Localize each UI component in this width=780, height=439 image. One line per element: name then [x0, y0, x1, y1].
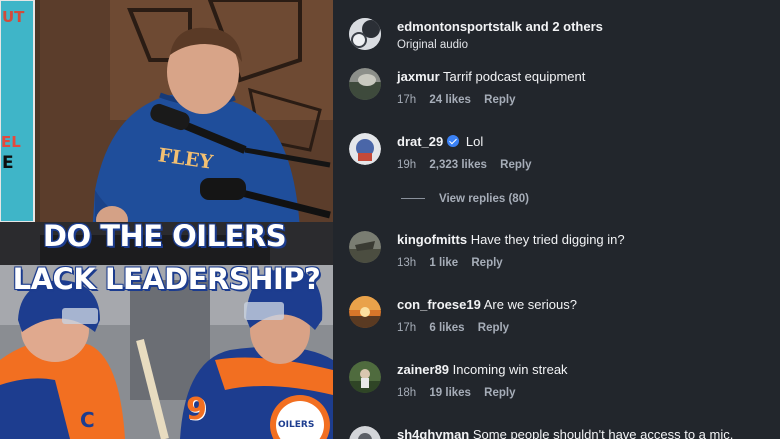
audio-label[interactable]: Original audio — [397, 39, 468, 51]
comments-panel[interactable]: edmontonsportstalk and 2 others Original… — [333, 0, 780, 439]
jersey-captain-c: C — [80, 408, 95, 432]
comment-text: Have they tried digging in? — [470, 232, 625, 247]
jersey-number: 9 — [186, 392, 207, 427]
comment-text: Some people shouldn't have access to a m… — [472, 427, 734, 439]
comment-likes[interactable]: 2,323 likes — [429, 159, 487, 171]
avatar-image-icon — [349, 68, 381, 100]
comment-text: Are we serious? — [483, 297, 577, 312]
comment-time[interactable]: 18h — [397, 387, 416, 399]
verified-badge-icon — [447, 135, 460, 147]
comment-avatar[interactable] — [349, 296, 381, 328]
comment-username[interactable]: jaxmur — [397, 69, 440, 84]
comment-avatar[interactable] — [349, 426, 381, 439]
avatar-image-icon — [349, 361, 381, 393]
comment-username[interactable]: kingofmitts — [397, 232, 467, 247]
video-frame[interactable]: UT EL E FLEY DO THE OILERS LACK LEADERSH… — [0, 0, 333, 439]
post-authors: edmontonsportstalk and 2 others — [397, 19, 603, 34]
comment-time[interactable]: 17h — [397, 322, 416, 334]
avatar-image-icon — [349, 231, 381, 263]
reply-button[interactable]: Reply — [471, 257, 502, 269]
author-username[interactable]: edmontonsportstalk — [397, 19, 522, 34]
comment-time[interactable]: 17h — [397, 94, 416, 106]
comment-username[interactable]: zainer89 — [397, 362, 449, 377]
comment-likes[interactable]: 24 likes — [429, 94, 471, 106]
reply-button[interactable]: Reply — [500, 159, 531, 171]
comment-likes[interactable]: 6 likes — [429, 322, 464, 334]
comment-time[interactable]: 13h — [397, 257, 416, 269]
comment-likes[interactable]: 1 like — [429, 257, 458, 269]
comment-avatar[interactable] — [349, 68, 381, 100]
comment-avatar[interactable] — [349, 231, 381, 263]
comment-avatar[interactable] — [349, 361, 381, 393]
sign-text-mid: EL — [1, 133, 21, 151]
author-avatar-icon — [349, 18, 381, 50]
author-others[interactable]: and 2 others — [526, 19, 603, 34]
reply-button[interactable]: Reply — [478, 322, 509, 334]
comment-avatar[interactable] — [349, 133, 381, 165]
comment-username[interactable]: drat_29 — [397, 134, 443, 149]
reply-button[interactable]: Reply — [484, 387, 515, 399]
avatar-image-icon — [349, 426, 381, 439]
sign-text-top: UT — [2, 8, 25, 26]
reply-button[interactable]: Reply — [484, 94, 515, 106]
comment-likes[interactable]: 19 likes — [429, 387, 471, 399]
jersey-logo-text: OILERS — [278, 420, 315, 430]
author-avatar[interactable] — [349, 18, 381, 50]
comment-username[interactable]: con_froese19 — [397, 297, 481, 312]
sign-text-bottom: E — [2, 153, 14, 173]
headline-line-1: DO THE OILERS — [42, 219, 287, 253]
view-replies-button[interactable]: View replies (80) — [403, 193, 529, 205]
avatar-image-icon — [349, 133, 381, 165]
comment-time[interactable]: 19h — [397, 159, 416, 171]
comment-text: Tarrif podcast equipment — [443, 69, 586, 84]
avatar-image-icon — [349, 296, 381, 328]
comment-username[interactable]: sh4ghyman — [397, 427, 469, 439]
headline-line-2: LACK LEADERSHIP? — [12, 262, 321, 296]
comment-text: Lol — [465, 134, 484, 149]
comment-text: Incoming win streak — [452, 362, 568, 377]
